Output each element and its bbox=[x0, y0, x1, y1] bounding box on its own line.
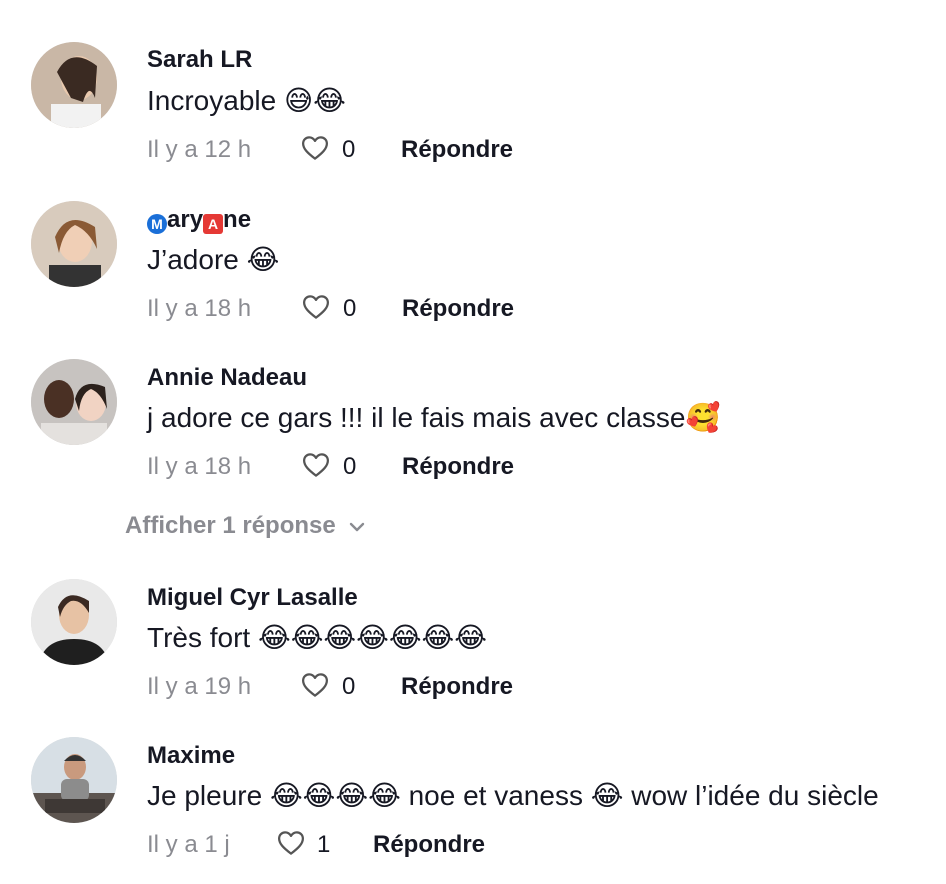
like-count: 1 bbox=[317, 831, 331, 858]
comment-time: Il y a 1 j bbox=[147, 831, 230, 858]
heart-icon[interactable] bbox=[301, 450, 331, 480]
circled-m-icon: M bbox=[147, 214, 167, 234]
comment-time: Il y a 12 h bbox=[147, 136, 252, 163]
comment-time: Il y a 19 h bbox=[147, 673, 252, 700]
comment-username[interactable]: Sarah LR bbox=[147, 46, 252, 74]
avatar[interactable] bbox=[31, 201, 117, 287]
username-segment: ne bbox=[223, 206, 252, 233]
heart-icon[interactable] bbox=[276, 828, 306, 858]
show-replies-button[interactable]: Afficher 1 réponse bbox=[125, 512, 366, 540]
like-count: 0 bbox=[342, 136, 356, 163]
comment-text: Je pleure 😂😂😂😂 noe et vaness 😂 wow l’idé… bbox=[147, 780, 879, 811]
like-count: 0 bbox=[342, 673, 356, 700]
reply-button[interactable]: Répondre bbox=[401, 673, 513, 701]
avatar[interactable] bbox=[31, 359, 117, 445]
comment-username[interactable]: Mary Ane bbox=[147, 206, 251, 234]
like-count: 0 bbox=[343, 295, 357, 322]
avatar[interactable] bbox=[31, 737, 117, 823]
comment-time: Il y a 18 h bbox=[147, 295, 252, 322]
heart-icon[interactable] bbox=[300, 670, 330, 700]
comment-text: j adore ce gars !!! il le fais mais avec… bbox=[147, 402, 721, 433]
username-segment: ary bbox=[167, 206, 204, 233]
reply-button[interactable]: Répondre bbox=[373, 831, 485, 859]
comment-text: Incroyable 😅😂 bbox=[147, 85, 346, 116]
comment-text: Très fort 😂😂😂😂😂😂😂 bbox=[147, 622, 487, 653]
heart-icon[interactable] bbox=[300, 133, 330, 163]
comment-time: Il y a 18 h bbox=[147, 453, 252, 480]
chevron-down-icon bbox=[348, 512, 366, 540]
like-count: 0 bbox=[343, 453, 357, 480]
comment-text: J’adore 😂 bbox=[147, 244, 280, 275]
heart-icon[interactable] bbox=[301, 292, 331, 322]
reply-button[interactable]: Répondre bbox=[401, 136, 513, 164]
comment-username[interactable]: Annie Nadeau bbox=[147, 364, 307, 392]
comment-username[interactable]: Maxime bbox=[147, 742, 235, 770]
comment-username[interactable]: Miguel Cyr Lasalle bbox=[147, 584, 358, 612]
reply-button[interactable]: Répondre bbox=[402, 295, 514, 323]
avatar[interactable] bbox=[31, 579, 117, 665]
show-replies-label: Afficher 1 réponse bbox=[125, 512, 336, 539]
avatar[interactable] bbox=[31, 42, 117, 128]
squared-a-icon: A bbox=[203, 214, 224, 234]
reply-button[interactable]: Répondre bbox=[402, 453, 514, 481]
